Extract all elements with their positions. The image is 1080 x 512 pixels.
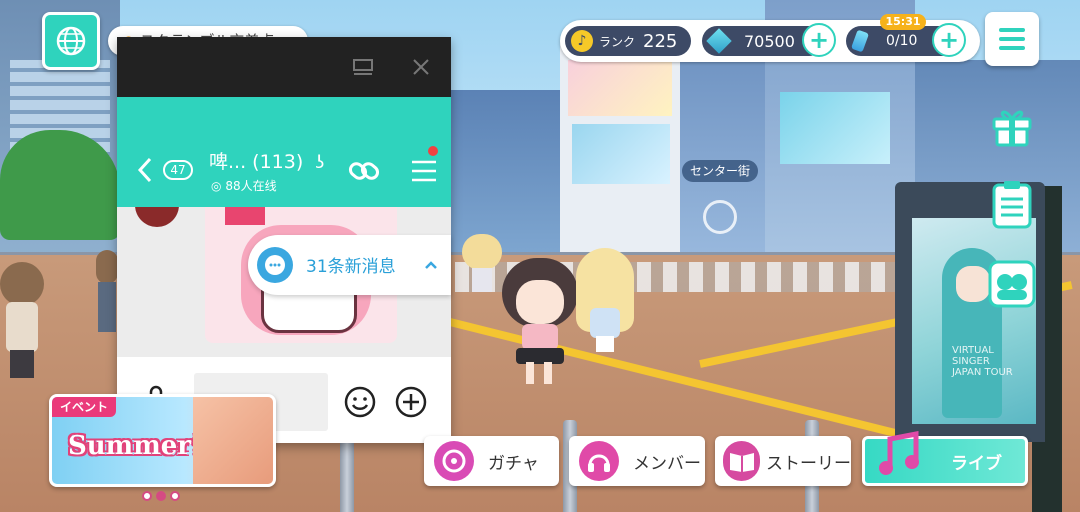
event-banner[interactable]: イベント Summer! [49,394,276,487]
crystal-count: 70500 [744,31,795,51]
emoji-button[interactable] [343,385,377,419]
character-brown-hair-2 [96,250,118,340]
online-check-icon: ◎ [211,179,222,193]
chat-bubble-icon [257,247,293,283]
music-notes-icon [875,431,927,477]
friends-button[interactable] [988,260,1036,308]
music-note-icon: ♪ [571,30,593,52]
link-button[interactable] [347,155,381,187]
globe-icon [56,26,86,56]
story-label: ストーリー [766,453,851,474]
book-icon [723,441,760,481]
billboard-2 [572,124,670,184]
character-blonde-girl [576,248,634,352]
banner-pagination [142,491,180,501]
chevron-left-icon [137,157,152,183]
online-count: ◎ 88人在线 [211,177,277,194]
map-location-marker[interactable] [703,200,737,234]
gacha-icon [434,441,474,481]
signboard-text-line3: JAPAN TOUR [952,367,1013,378]
gift-icon [992,110,1032,147]
billboard-1 [568,60,672,116]
sender-avatar[interactable] [135,207,179,227]
gacha-button[interactable]: ガチャ [424,436,559,486]
gacha-label: ガチャ [488,453,539,474]
clipboard-icon [992,181,1032,229]
more-button[interactable] [394,385,428,419]
live-button[interactable]: ライブ [862,431,1028,486]
signboard-text-line1: VIRTUAL [952,345,994,356]
rank-display[interactable]: ♪ ランク 225 [565,26,691,56]
banner-page-dot[interactable] [142,491,152,501]
banner-page-dot-active[interactable] [156,491,166,501]
event-logo: Summer! [68,431,203,461]
plus-icon: + [938,26,960,54]
live-label: ライブ [951,453,1002,474]
window-titlebar [117,37,451,97]
rank-label: ランク [599,34,636,49]
link-icon [348,162,380,180]
group-chat-title[interactable]: 啤... (113) ʖ [209,147,324,174]
add-crystal-button[interactable]: + [802,23,836,57]
hamburger-menu-icon [412,160,436,182]
group-title-text: 啤... (113) [209,151,304,173]
minimize-window-button[interactable] [349,53,377,81]
main-menu-button[interactable] [985,12,1039,66]
add-stamina-button[interactable]: + [932,23,966,57]
chat-menu-button[interactable] [411,159,437,183]
headphones-icon [579,441,619,481]
stamina-timer: 15:31 [880,14,926,30]
character-main-girl [498,258,582,388]
mission-button[interactable] [988,180,1036,229]
chevron-up-icon [425,261,437,269]
ear-mode-icon: ʖ [315,152,325,173]
chat-header: 47 啤... (113) ʖ ◎ 88人在线 [117,97,451,207]
rank-value: 225 [643,30,678,52]
character-blonde-small [462,234,502,294]
back-button[interactable] [135,155,165,185]
building-center-1 [451,90,561,255]
world-map-button[interactable] [42,12,100,70]
new-messages-text: 31条新消息 [306,257,396,277]
event-character-art [193,397,273,484]
new-messages-pill[interactable]: 31条新消息 [248,235,451,295]
close-icon [413,59,429,75]
signboard-text: VIRTUAL SINGER JAPAN TOUR [952,345,1013,378]
map-location-label[interactable]: センター街 [682,160,758,182]
smiley-icon [344,386,376,418]
unread-count-badge: 47 [163,160,193,180]
online-count-text: 88人在线 [225,179,277,193]
event-tag: イベント [52,397,117,417]
member-button[interactable]: メンバー [569,436,705,486]
present-box-button[interactable] [988,102,1036,150]
signboard-screen [912,218,1036,424]
character-brown-hair-left [0,262,44,380]
energy-drink-icon [850,29,870,53]
notification-dot [428,146,438,156]
restore-window-icon [353,59,373,75]
trees-left [0,130,120,240]
crystal-icon [706,28,732,54]
signboard-text-line2: SINGER [952,356,990,367]
friends-icon [988,260,1036,308]
billboard-3 [780,92,890,164]
hamburger-menu-icon [999,28,1025,50]
banner-page-dot[interactable] [170,491,180,501]
plus-icon: + [808,26,830,54]
plus-circle-icon [395,386,427,418]
member-label: メンバー [633,453,701,474]
close-window-button[interactable] [407,53,435,81]
stamina-count: 0/10 [886,33,918,49]
story-button[interactable]: ストーリー [715,436,851,486]
